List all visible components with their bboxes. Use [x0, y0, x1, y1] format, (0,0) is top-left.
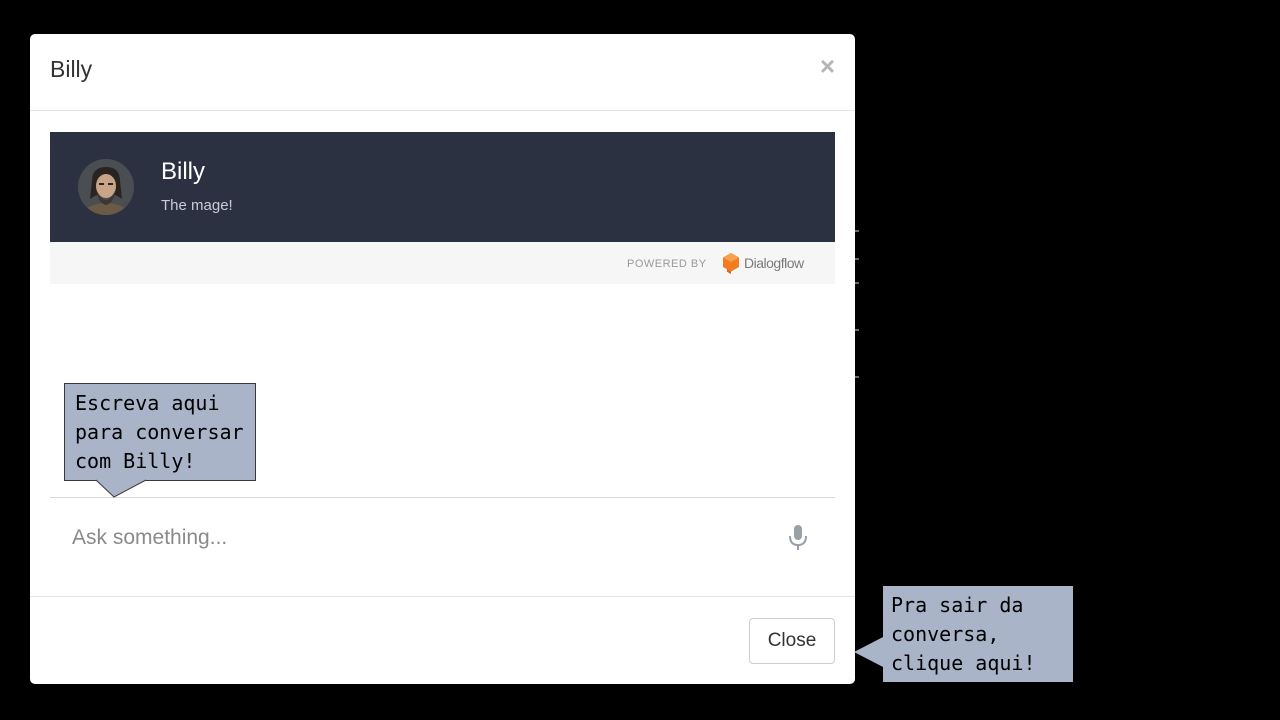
powered-by-bar: POWERED BY Dialogflow	[50, 242, 835, 284]
modal-title: Billy	[50, 56, 93, 82]
exit-hint-callout: Pra sair da conversa, clique aqui!	[883, 586, 1073, 682]
agent-card: Billy The mage!	[50, 132, 835, 242]
callout-text: com Billy!	[75, 449, 196, 473]
dialogflow-logo-icon	[723, 253, 739, 274]
callout-text: conversa,	[891, 622, 1000, 646]
callout-text: Escreva aqui	[75, 391, 220, 415]
avatar-image	[78, 159, 134, 215]
callout-text: clique aqui!	[891, 651, 1036, 675]
callout-pointer	[96, 479, 146, 498]
background-remnant	[855, 230, 859, 232]
powered-by-label: POWERED BY	[627, 258, 707, 270]
modal-header: Billy ×	[30, 34, 855, 111]
avatar	[78, 159, 134, 215]
callout-text: para conversar	[75, 420, 244, 444]
modal-footer: Close	[30, 596, 855, 685]
chat-input-area	[50, 497, 835, 592]
microphone-icon[interactable]	[787, 524, 809, 552]
close-icon[interactable]: ×	[820, 52, 835, 80]
write-hint-callout: Escreva aqui para conversar com Billy!	[64, 383, 256, 481]
agent-name: Billy	[161, 158, 206, 185]
background-remnant	[855, 376, 859, 378]
dialogflow-logo-text: Dialogflow	[744, 255, 804, 271]
ask-input[interactable]	[70, 520, 754, 556]
callout-text: Pra sair da	[891, 593, 1024, 617]
background-remnant	[855, 282, 859, 284]
presentation-slide: Billy × Billy The mage! POWERED BY Dialo…	[0, 0, 1280, 720]
callout-pointer	[854, 636, 885, 668]
background-remnant	[855, 258, 859, 260]
agent-description: The mage!	[161, 197, 233, 214]
close-button[interactable]: Close	[749, 618, 835, 664]
background-remnant	[855, 329, 859, 331]
chat-modal: Billy × Billy The mage! POWERED BY Dialo…	[30, 34, 855, 684]
